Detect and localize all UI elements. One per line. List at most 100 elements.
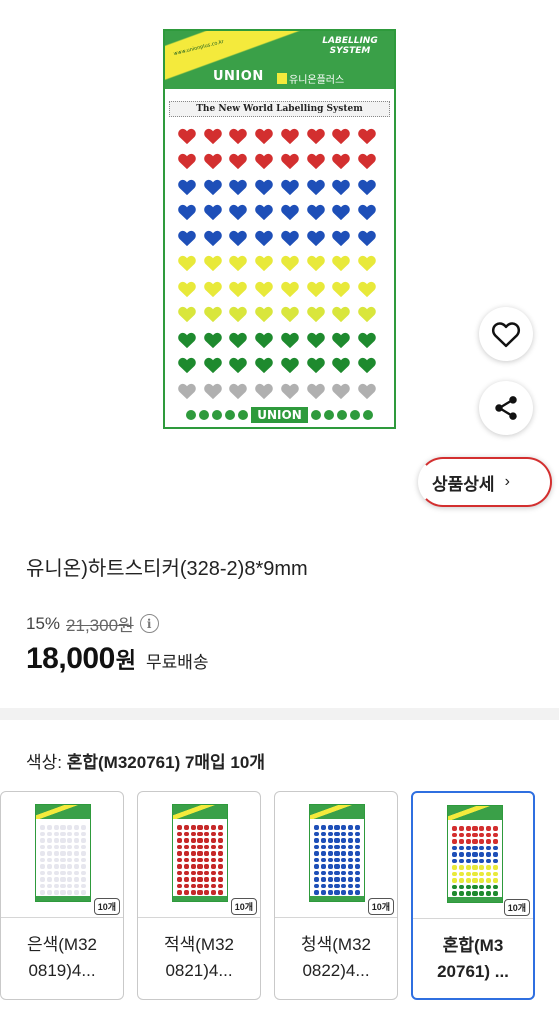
heart-row [177,353,377,379]
heart-row [177,327,377,353]
heart-sticker-icon [306,358,325,374]
product-detail-button[interactable]: 상품상세 › [418,457,552,507]
heart-sticker-icon [255,154,273,170]
heart-row [177,276,377,302]
option-card[interactable]: 10개 적색(M32 0821)4... [137,791,261,1000]
heart-sticker-icon [255,383,273,399]
heart-sticker-icon [178,154,196,170]
heart-sticker-icon [203,179,222,195]
heart-sticker-icon [281,358,299,374]
heart-sticker-icon [306,154,325,170]
heart-sticker-icon [255,332,273,348]
heart-sticker-icon [332,307,351,323]
heart-sticker-icon [281,230,299,246]
heart-sticker-icon [178,383,196,399]
option-card[interactable]: 10개청색(M32 0822)4... [274,791,398,1000]
product-image[interactable]: www.unionplus.co.kr LABELLING SYSTEM UNI… [163,29,396,429]
option-thumbnail: 10개 [1,792,123,918]
original-price: 21,300원 [66,616,134,635]
heart-sticker-icon [332,154,351,170]
heart-sticker-icon [332,383,351,399]
heart-sticker-icon [358,281,376,297]
share-button[interactable] [479,381,533,435]
option-name: 은색(M32 0819)4... [26,935,97,980]
option-name: 혼합(M3 20761) ... [437,936,509,981]
product-image-area: www.unionplus.co.kr LABELLING SYSTEM UNI… [0,0,559,520]
heart-sticker-icon [281,281,299,297]
heart-sticker-icon [306,383,325,399]
heart-sticker-icon [229,179,248,195]
heart-sticker-icon [255,307,273,323]
price-unit: 원 [115,648,137,673]
option-thumbnail: 10개 [138,792,260,918]
heart-sticker-icon [178,205,196,221]
quantity-badge: 10개 [93,898,120,915]
heart-row [177,149,377,175]
sheet-title: The New World Labelling System [169,101,390,117]
option-thumbnail: 10개 [413,793,533,919]
heart-sticker-icon [306,179,325,195]
heart-sticker-icon [306,307,325,323]
heart-sticker-icon [306,230,325,246]
heart-sticker-icon [255,230,273,246]
option-card[interactable]: 10개혼합(M3 20761) ... [411,791,535,1000]
heart-sticker-icon [203,128,222,144]
quantity-badge: 10개 [367,898,394,915]
package-header: www.unionplus.co.kr LABELLING SYSTEM UNI… [165,31,394,89]
heart-sticker-icon [255,205,273,221]
heart-sticker-icon [255,179,273,195]
option-label: 색상: 혼합(M320761) 7매입 10개 [26,753,265,772]
option-card[interactable]: 10개은색(M32 0819)4... [0,791,124,1000]
option-thumbnail: 10개 [275,792,397,918]
heart-sticker-icon [178,128,196,144]
heart-sticker-icon [203,358,222,374]
heart-sticker-icon [229,383,248,399]
heart-sticker-icon [229,307,248,323]
heart-sticker-icon [203,154,222,170]
heart-sticker-icon [332,179,351,195]
sale-price: 18,000 [26,642,115,675]
like-button[interactable] [479,307,533,361]
heart-sticker-icon [358,205,376,221]
option-list: 10개 은색(M32 0819)4... 10개 적색(M32 0821)4... 10개 청… [0,791,559,1001]
heart-sticker-icon [255,256,273,272]
brand-name: UNION [213,69,264,84]
heart-row [177,225,377,251]
heart-sticker-icon [255,128,273,144]
heart-sticker-icon [203,230,222,246]
heart-sticker-icon [281,205,299,221]
heart-sticker-icon [203,383,222,399]
shipping-label: 무료배송 [146,653,209,672]
info-icon[interactable]: i [139,614,159,633]
heart-sticker-icon [332,230,351,246]
heart-row [177,200,377,226]
heart-row [177,378,377,404]
heart-sticker-icon [358,332,376,348]
footer-brand: UNION [251,407,308,423]
heart-sticker-icon [229,154,248,170]
heart-sticker-icon [306,332,325,348]
heart-sticker-icon [358,230,376,246]
discount-rate: 15% [26,613,61,633]
quantity-badge: 10개 [503,899,530,916]
heart-row [177,251,377,277]
heart-sticker-grid [177,123,377,404]
heart-sticker-icon [332,358,351,374]
section-divider [0,708,559,720]
heart-sticker-icon [203,281,222,297]
heart-sticker-icon [332,205,351,221]
heart-sticker-icon [306,205,325,221]
heart-sticker-icon [229,128,248,144]
heart-sticker-icon [229,230,248,246]
selected-option-value: 혼합(M320761) 7매입 10개 [66,753,265,772]
heart-sticker-icon [332,332,351,348]
heart-sticker-icon [332,256,351,272]
brand-name-kr: 유니온플러스 [275,71,344,86]
heart-sticker-icon [281,179,299,195]
brand-tagline: LABELLING SYSTEM [322,36,378,56]
heart-sticker-icon [358,179,376,195]
heart-sticker-icon [203,205,222,221]
heart-sticker-icon [281,128,299,144]
heart-sticker-icon [229,205,248,221]
option-name: 청색(M32 0822)4... [300,935,371,980]
